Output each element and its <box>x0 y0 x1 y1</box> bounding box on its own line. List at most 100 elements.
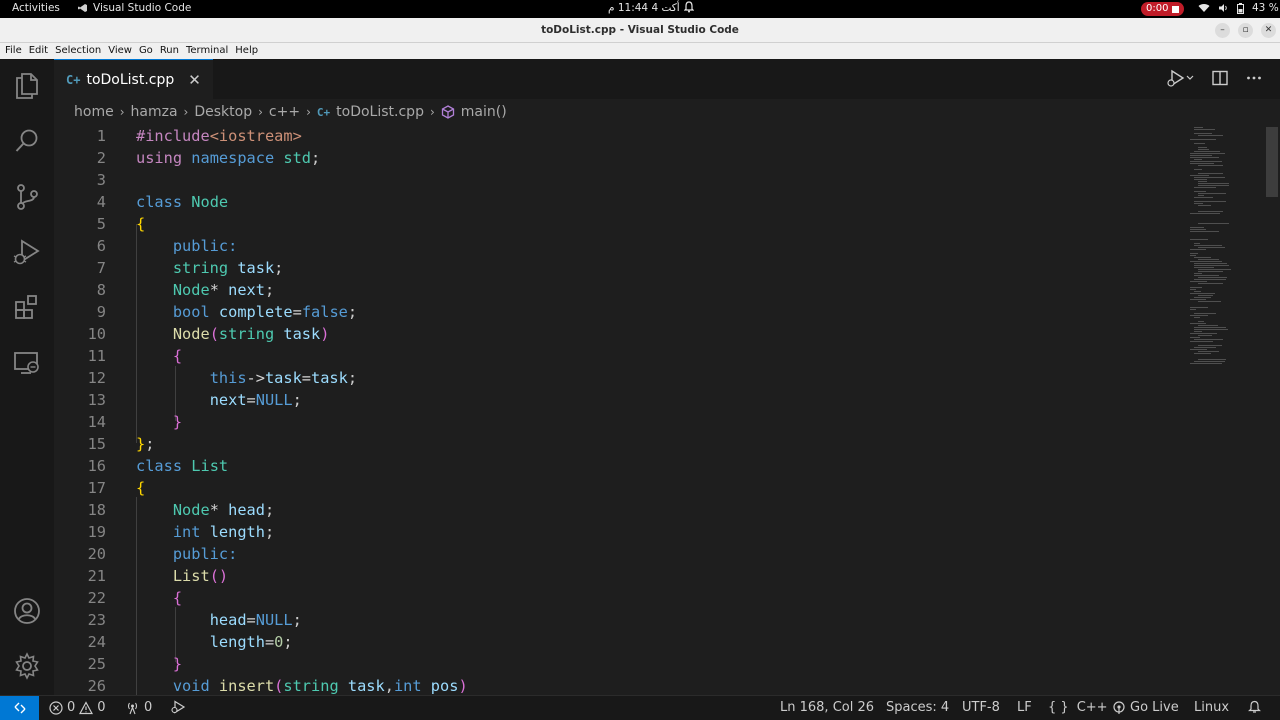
minimap-line <box>1194 313 1216 314</box>
scrollbar-thumb[interactable] <box>1266 127 1278 197</box>
breadcrumb-file[interactable]: toDoList.cpp <box>336 104 424 120</box>
breadcrumb-desktop[interactable]: Desktop <box>194 104 252 120</box>
minimap-line <box>1190 341 1213 342</box>
activities-button[interactable]: Activities <box>12 2 60 14</box>
breadcrumb-cpp-folder[interactable]: c++ <box>269 104 300 120</box>
run-debug-icon <box>171 700 186 714</box>
extensions-button[interactable] <box>12 292 42 322</box>
minimap-line <box>1190 157 1219 158</box>
bell-icon[interactable] <box>683 1 695 16</box>
minimap-line <box>1190 337 1200 338</box>
app-menu[interactable]: Visual Studio Code <box>78 2 191 14</box>
eol-setting[interactable]: LF <box>1017 700 1032 715</box>
minimap-line <box>1194 177 1225 178</box>
minimap-line <box>1198 185 1229 186</box>
system-menu[interactable]: 43 % <box>1198 2 1279 14</box>
menu-go[interactable]: Go <box>138 43 157 59</box>
status-bar: 0 0 0 Ln 168, Col 26 Spaces: 4 UTF-8 LF … <box>0 695 1280 720</box>
chevron-right-icon: › <box>258 105 263 119</box>
minimap-line <box>1198 135 1223 136</box>
language-mode[interactable]: { } C++ <box>1048 700 1108 715</box>
encoding-setting[interactable]: UTF-8 <box>962 700 1000 715</box>
clock[interactable]: أكت 4 11:44 م <box>608 2 680 14</box>
files-icon <box>16 73 38 99</box>
activity-bar <box>0 59 54 695</box>
minimap-line <box>1198 283 1223 284</box>
minimap-line <box>1194 347 1216 348</box>
menu-selection[interactable]: Selection <box>54 43 105 59</box>
line-number: 15 <box>87 435 106 453</box>
line-number: 8 <box>96 281 106 299</box>
close-window-button[interactable]: ✕ <box>1261 23 1276 38</box>
run-debug-button[interactable] <box>12 237 42 267</box>
bell-icon <box>1248 700 1261 713</box>
minimize-button[interactable]: – <box>1215 23 1230 38</box>
indentation-setting[interactable]: Spaces: 4 <box>886 700 949 715</box>
menu-help[interactable]: Help <box>234 43 262 59</box>
minimap-line <box>1194 191 1206 192</box>
notifications-button[interactable] <box>1248 700 1261 714</box>
line-number: 6 <box>96 237 106 255</box>
minimap-line <box>1194 129 1215 130</box>
minimap-line <box>1190 293 1215 294</box>
breadcrumb-hamza[interactable]: hamza <box>131 104 178 120</box>
editor-tabs: C+ toDoList.cpp ✕ <box>54 59 1280 99</box>
maximize-button[interactable]: ▫ <box>1238 23 1253 38</box>
minimap-line <box>1190 315 1208 316</box>
menu-edit[interactable]: Edit <box>28 43 52 59</box>
record-time: 0:00 <box>1146 3 1169 14</box>
split-editor-icon <box>1212 70 1228 86</box>
ports-indicator[interactable]: 0 <box>125 700 152 715</box>
menu-terminal[interactable]: Terminal <box>185 43 232 59</box>
go-live-button[interactable]: Go Live <box>1112 700 1179 715</box>
minimap-line <box>1194 267 1214 268</box>
minimap-line <box>1194 327 1226 328</box>
code-editor[interactable]: 1 #include<iostream> 2 using namespace std… <box>54 125 1264 695</box>
minimap-line <box>1190 153 1225 154</box>
cursor-position[interactable]: Ln 168, Col 26 <box>780 700 874 715</box>
ellipsis-icon <box>1247 76 1261 80</box>
breadcrumb-home[interactable]: home <box>74 104 114 120</box>
problems-indicator[interactable]: 0 0 <box>49 700 106 715</box>
minimap-line <box>1194 275 1219 276</box>
run-code-button[interactable] <box>1166 69 1194 91</box>
window-title-bar[interactable]: toDoList.cpp - Visual Studio Code – ▫ ✕ <box>0 18 1280 43</box>
vertical-scrollbar[interactable] <box>1264 125 1280 695</box>
screen-recording-indicator[interactable]: 0:00 <box>1141 2 1185 16</box>
minimap-line <box>1194 159 1202 160</box>
minimap-line <box>1198 269 1231 270</box>
minimap-line <box>1190 323 1206 324</box>
search-button[interactable] <box>12 126 42 156</box>
tab-todolist[interactable]: C+ toDoList.cpp ✕ <box>54 59 213 99</box>
source-control-button[interactable] <box>12 182 42 212</box>
account-icon <box>14 598 40 624</box>
remote-explorer-button[interactable] <box>12 348 42 378</box>
line-number: 20 <box>87 545 106 563</box>
breadcrumb: home › hamza › Desktop › c++ › C+ toDoLi… <box>54 99 1280 125</box>
settings-button[interactable] <box>12 651 42 681</box>
vscode-icon <box>78 4 87 12</box>
minimap-line <box>1198 181 1207 182</box>
minimap[interactable] <box>1186 125 1246 695</box>
breadcrumb-symbol[interactable]: main() <box>461 104 507 120</box>
line-number: 22 <box>87 589 106 607</box>
remote-indicator-button[interactable] <box>0 696 39 720</box>
menu-view[interactable]: View <box>107 43 136 59</box>
method-icon <box>441 105 454 119</box>
debug-launch-button[interactable] <box>170 700 186 714</box>
minimap-line <box>1198 193 1226 194</box>
close-tab-icon[interactable]: ✕ <box>188 71 201 89</box>
editor-actions <box>1166 69 1262 91</box>
accounts-button[interactable] <box>12 596 42 626</box>
minimap-line <box>1194 265 1229 266</box>
menu-run[interactable]: Run <box>159 43 183 59</box>
more-actions-button[interactable] <box>1246 70 1262 90</box>
os-indicator[interactable]: Linux <box>1194 700 1229 715</box>
explorer-button[interactable] <box>12 71 42 101</box>
menu-file[interactable]: File <box>4 43 26 59</box>
minimap-line <box>1194 179 1207 180</box>
minimap-line <box>1190 139 1216 140</box>
radio-tower-icon <box>127 702 138 714</box>
split-editor-button[interactable] <box>1212 70 1228 90</box>
system-top-bar: Activities Visual Studio Code أكت 4 11:4… <box>0 0 1280 18</box>
